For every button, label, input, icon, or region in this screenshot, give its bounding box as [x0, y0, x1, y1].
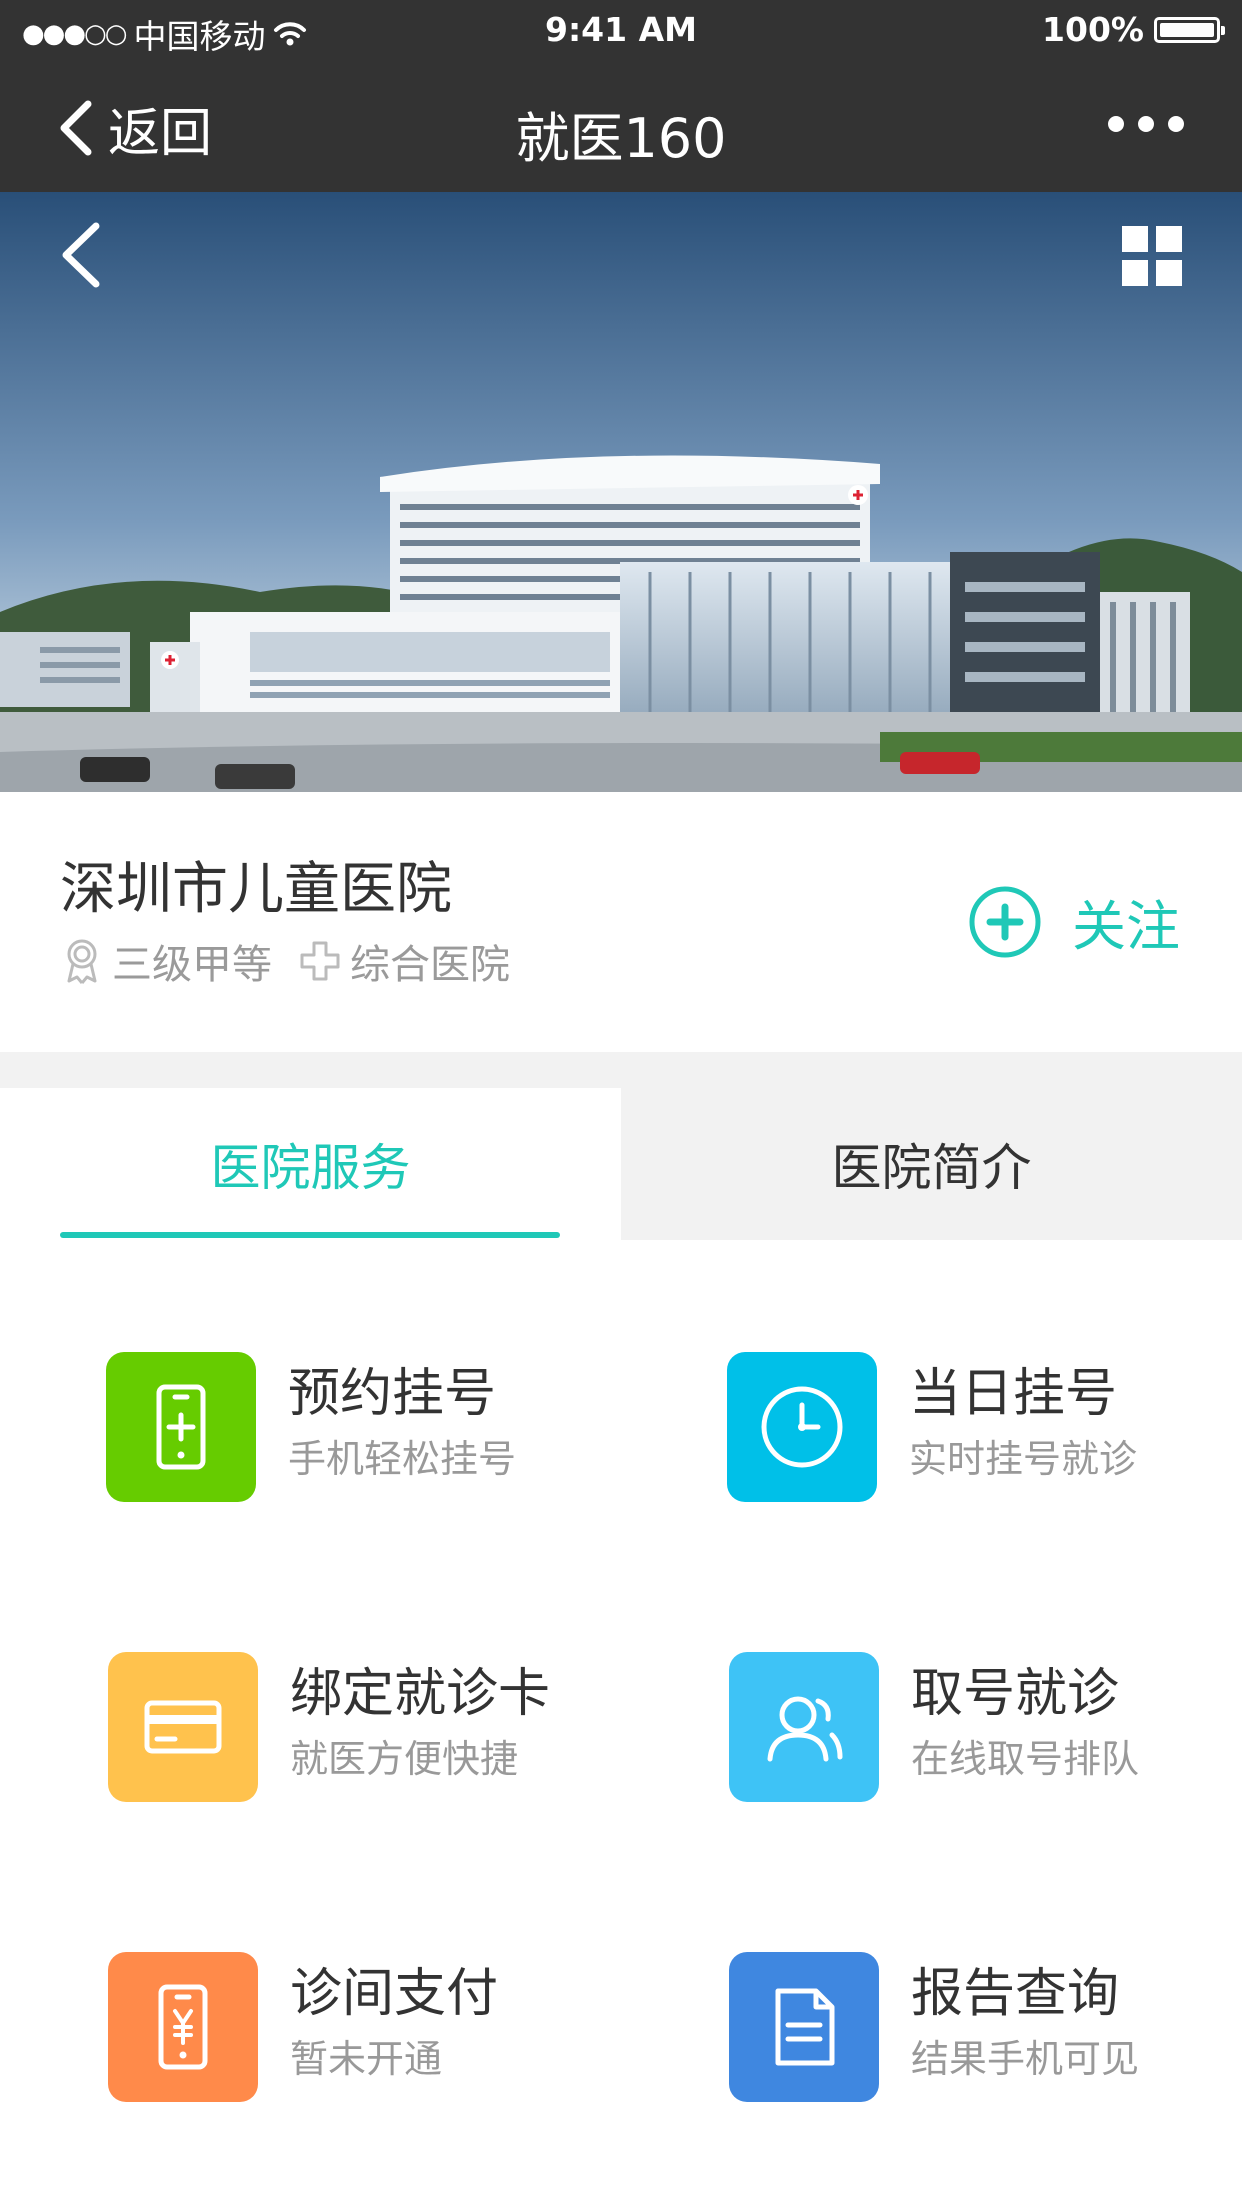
hospital-level-tag: 三级甲等 [62, 932, 272, 990]
tab-hospital-intro[interactable]: 医院简介 [621, 1088, 1242, 1240]
tab-active-indicator [60, 1232, 560, 1238]
card-icon [108, 1652, 258, 1802]
service-take-number[interactable]: 取号就诊 在线取号排队 [729, 1652, 1139, 1802]
service-subtitle: 手机轻松挂号 [288, 1437, 517, 1481]
service-title: 取号就诊 [911, 1664, 1120, 1724]
hospital-level: 三级甲等 [112, 942, 272, 988]
service-text: 绑定就诊卡 就医方便快捷 [290, 1652, 550, 1784]
hospital-name: 深圳市儿童医院 [60, 857, 452, 922]
banner-back-icon[interactable] [56, 220, 106, 290]
phone-yuan-icon [108, 1952, 258, 2102]
service-subtitle: 在线取号排队 [911, 1737, 1140, 1781]
service-subtitle: 实时挂号就诊 [909, 1437, 1138, 1481]
service-appointment[interactable]: 预约挂号 手机轻松挂号 [106, 1352, 516, 1502]
service-text: 预约挂号 手机轻松挂号 [288, 1352, 516, 1484]
service-title: 绑定就诊卡 [290, 1664, 551, 1724]
phone-plus-icon [106, 1352, 256, 1502]
service-title: 报告查询 [911, 1964, 1120, 2024]
hospital-type-tag: 综合医院 [300, 932, 510, 990]
service-title: 预约挂号 [288, 1364, 497, 1424]
hospital-building-image [0, 192, 1242, 792]
users-icon [729, 1652, 879, 1802]
service-report[interactable]: 报告查询 结果手机可见 [729, 1952, 1139, 2102]
plus-circle-icon [969, 886, 1041, 957]
grid-menu-icon[interactable] [1122, 226, 1182, 286]
hospital-info: 深圳市儿童医院 三级甲等 综合医院 关注 [0, 792, 1242, 1052]
medical-cross-icon [300, 941, 340, 981]
battery-icon [1154, 16, 1225, 43]
service-subtitle: 结果手机可见 [911, 2037, 1140, 2081]
more-menu-button[interactable] [1108, 116, 1184, 132]
clock-icon [727, 1352, 877, 1502]
service-title: 当日挂号 [909, 1364, 1118, 1424]
service-bind-card[interactable]: 绑定就诊卡 就医方便快捷 [108, 1652, 550, 1802]
service-text: 诊间支付 暂未开通 [290, 1952, 498, 2084]
service-text: 报告查询 结果手机可见 [911, 1952, 1139, 2084]
follow-button[interactable]: 关注 [968, 882, 1180, 961]
document-icon [729, 1952, 879, 2102]
battery-percent: 100% [1042, 10, 1144, 49]
status-bar: ●●●○○ 中国移动 9:41 AM 100% [0, 0, 1242, 64]
more-dot-icon [1108, 116, 1124, 132]
service-payment[interactable]: 诊间支付 暂未开通 [108, 1952, 498, 2102]
section-divider [0, 1052, 1242, 1088]
service-title: 诊间支付 [290, 1964, 499, 2024]
tab-bar: 医院服务 医院简介 [0, 1088, 1242, 1240]
more-dot-icon [1168, 116, 1184, 132]
tab-hospital-services[interactable]: 医院服务 [0, 1088, 621, 1240]
more-dot-icon [1138, 116, 1154, 132]
hospital-tags: 三级甲等 综合医院 [62, 932, 538, 990]
service-same-day[interactable]: 当日挂号 实时挂号就诊 [727, 1352, 1137, 1502]
service-text: 当日挂号 实时挂号就诊 [909, 1352, 1137, 1484]
follow-label: 关注 [1072, 895, 1180, 958]
service-subtitle: 就医方便快捷 [290, 1737, 519, 1781]
status-right: 100% [1042, 10, 1225, 49]
nav-bar: 返回 就医160 [0, 64, 1242, 192]
service-text: 取号就诊 在线取号排队 [911, 1652, 1139, 1784]
tab-label: 医院简介 [831, 1139, 1032, 1197]
award-ribbon-icon [67, 939, 97, 984]
tab-label: 医院服务 [210, 1139, 411, 1197]
service-subtitle: 暂未开通 [290, 2037, 443, 2081]
hospital-type: 综合医院 [350, 942, 510, 988]
nav-title: 就医160 [515, 107, 727, 170]
hospital-banner [0, 192, 1242, 792]
